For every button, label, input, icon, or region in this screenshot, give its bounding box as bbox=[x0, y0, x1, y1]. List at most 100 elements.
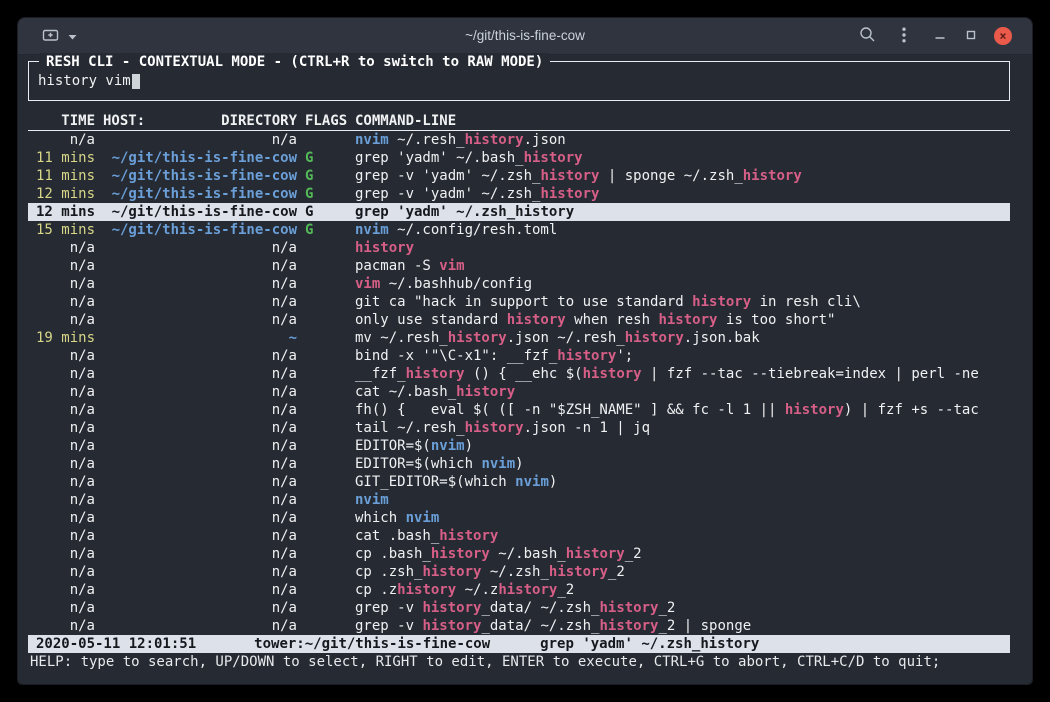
resh-search-panel: RESH CLI - CONTEXTUAL MODE - (CTRL+R to … bbox=[28, 61, 1010, 101]
history-row[interactable]: n/an/acp .zsh_history ~/.zsh_history_2 bbox=[28, 563, 1010, 581]
row-host-directory: n/a bbox=[103, 581, 297, 599]
row-host-directory: ~/git/this-is-fine-cow bbox=[103, 167, 297, 185]
row-time: n/a bbox=[36, 491, 95, 509]
row-flags: G bbox=[305, 185, 347, 203]
row-host-directory: ~/git/this-is-fine-cow bbox=[103, 203, 297, 221]
row-time: n/a bbox=[36, 275, 95, 293]
row-host-directory: n/a bbox=[103, 401, 297, 419]
row-command: tail ~/.resh_history.json -n 1 | jq bbox=[355, 419, 1010, 437]
status-command: grep 'yadm' ~/.zsh_history bbox=[540, 635, 759, 653]
history-row[interactable]: n/an/acat .bash_history bbox=[28, 527, 1010, 545]
history-row[interactable]: n/a n/a nvim bbox=[28, 491, 1010, 509]
row-host-directory: n/a bbox=[103, 275, 297, 293]
status-bar: 2020-05-11 12:01:51 tower:~/git/this-is-… bbox=[28, 635, 1010, 653]
row-time: n/a bbox=[36, 545, 95, 563]
history-row[interactable]: 11 mins~/git/this-is-fine-cowGgrep -v 'y… bbox=[28, 167, 1010, 185]
history-row-selected[interactable]: 12 mins~/git/this-is-fine-cowGgrep 'yadm… bbox=[28, 203, 1010, 221]
minimize-button[interactable] bbox=[934, 29, 946, 44]
header-command-line: COMMAND-LINE bbox=[355, 113, 1010, 130]
row-command: grep -v history_data/ ~/.zsh_history_2 |… bbox=[355, 617, 1010, 635]
history-row[interactable]: n/an/agit ca "hack in support to use sta… bbox=[28, 293, 1010, 311]
row-command: nvim ~/.resh_history.json bbox=[355, 131, 1010, 149]
row-time: n/a bbox=[36, 383, 95, 401]
row-host-directory: n/a bbox=[103, 311, 297, 329]
row-command: nvim bbox=[355, 491, 1010, 509]
row-host-directory: ~/git/this-is-fine-cow bbox=[103, 221, 297, 239]
history-row[interactable]: 15 mins~/git/this-is-fine-cowGnvim ~/.co… bbox=[28, 221, 1010, 239]
row-time: n/a bbox=[36, 293, 95, 311]
history-row[interactable]: 12 mins ~/git/this-is-fine-cow Ggrep -v 'y… bbox=[28, 185, 1010, 203]
row-command: mv ~/.resh_history.json ~/.resh_history.… bbox=[355, 329, 1010, 347]
history-row[interactable]: n/an/apacman -S vim bbox=[28, 257, 1010, 275]
table-header: TIME HOST:DIRECTORY FLAGS COMMAND-LINE bbox=[28, 113, 1010, 130]
row-command: grep 'yadm' ~/.bash_history bbox=[355, 149, 1010, 167]
history-row[interactable]: n/an/avim ~/.bashhub/config bbox=[28, 275, 1010, 293]
history-row[interactable]: n/an/aEDITOR=$(nvim) bbox=[28, 437, 1010, 455]
row-command: nvim ~/.config/resh.toml bbox=[355, 221, 1010, 239]
history-row[interactable]: n/an/aEDITOR=$(which nvim) bbox=[28, 455, 1010, 473]
row-time: 12 mins bbox=[36, 185, 95, 203]
history-row[interactable]: n/an/afh() { eval $( ([ -n "$ZSH_NAME" ]… bbox=[28, 401, 1010, 419]
row-host-directory: ~/git/this-is-fine-cow bbox=[103, 185, 297, 203]
row-command: GIT_EDITOR=$(which nvim) bbox=[355, 473, 1010, 491]
history-row[interactable]: n/a n/a cp .zhistory ~/.zhistory_2 bbox=[28, 581, 1010, 599]
new-tab-button[interactable] bbox=[42, 27, 59, 46]
row-command: cp .bash_history ~/.bash_history_2 bbox=[355, 545, 1010, 563]
history-row[interactable]: n/an/awhich nvim bbox=[28, 509, 1010, 527]
history-row[interactable]: n/an/acp .bash_history ~/.bash_history_2 bbox=[28, 545, 1010, 563]
row-command: grep -v 'yadm' ~/.zsh_history bbox=[355, 185, 1010, 203]
row-command: cp .zsh_history ~/.zsh_history_2 bbox=[355, 563, 1010, 581]
row-command: cat .bash_history bbox=[355, 527, 1010, 545]
titlebar: ~/git/this-is-fine-cow bbox=[18, 18, 1032, 55]
row-time: 15 mins bbox=[36, 221, 95, 239]
row-command: cp .zhistory ~/.zhistory_2 bbox=[355, 581, 1010, 599]
row-flags: G bbox=[305, 167, 347, 185]
row-command: bind -x '"\C-x1": __fzf_history'; bbox=[355, 347, 1010, 365]
row-host-directory: n/a bbox=[103, 599, 297, 617]
row-command: only use standard history when resh hist… bbox=[355, 311, 1010, 329]
row-host-directory: n/a bbox=[103, 491, 297, 509]
history-row[interactable]: n/an/atail ~/.resh_history.json -n 1 | j… bbox=[28, 419, 1010, 437]
resh-mode-title: RESH CLI - CONTEXTUAL MODE - (CTRL+R to … bbox=[39, 53, 550, 71]
history-row[interactable]: 11 mins~/git/this-is-fine-cowGgrep 'yadm… bbox=[28, 149, 1010, 167]
row-host-directory: n/a bbox=[103, 293, 297, 311]
row-host-directory: n/a bbox=[103, 383, 297, 401]
history-row[interactable]: n/an/a__fzf_history () { __ehc $(history… bbox=[28, 365, 1010, 383]
history-row[interactable]: 19 mins ~ mv ~/.resh_history.json ~/.resh_… bbox=[28, 329, 1010, 347]
history-row[interactable]: n/an/aonly use standard history when res… bbox=[28, 311, 1010, 329]
close-icon: × bbox=[999, 30, 1006, 42]
row-time: 11 mins bbox=[36, 167, 95, 185]
menu-button[interactable] bbox=[902, 27, 906, 46]
row-host-directory: n/a bbox=[103, 455, 297, 473]
search-button[interactable] bbox=[859, 26, 876, 46]
window-title: ~/git/this-is-fine-cow bbox=[465, 18, 585, 54]
row-time: n/a bbox=[36, 581, 95, 599]
row-host-directory: ~ bbox=[103, 329, 297, 347]
row-time: n/a bbox=[36, 239, 95, 257]
history-row[interactable]: n/an/acat ~/.bash_history bbox=[28, 383, 1010, 401]
row-command: __fzf_history () { __ehc $(history | fzf… bbox=[355, 365, 1010, 383]
add-tab-icon bbox=[42, 27, 59, 46]
history-row[interactable]: n/an/anvim ~/.resh_history.json bbox=[28, 131, 1010, 149]
history-row[interactable]: n/a n/a grep -v history_data/ ~/.zsh_histo… bbox=[28, 599, 1010, 617]
row-flags: G bbox=[305, 203, 347, 221]
row-time: n/a bbox=[36, 599, 95, 617]
header-host: HOST: bbox=[103, 113, 145, 130]
restore-button[interactable] bbox=[965, 29, 977, 44]
row-flags: G bbox=[305, 149, 347, 167]
history-row[interactable]: n/an/aGIT_EDITOR=$(which nvim) bbox=[28, 473, 1010, 491]
history-row[interactable]: n/an/agrep -v history_data/ ~/.zsh_histo… bbox=[28, 617, 1010, 635]
history-row[interactable]: n/an/ahistory bbox=[28, 239, 1010, 257]
row-host-directory: n/a bbox=[103, 365, 297, 383]
row-time: n/a bbox=[36, 617, 95, 635]
close-button[interactable]: × bbox=[994, 27, 1012, 45]
row-time: 19 mins bbox=[36, 329, 95, 347]
help-line: HELP: type to search, UP/DOWN to select,… bbox=[18, 653, 1032, 671]
row-command: grep -v history_data/ ~/.zsh_history_2 bbox=[355, 599, 1010, 617]
row-command: EDITOR=$(nvim) bbox=[355, 437, 1010, 455]
history-row[interactable]: n/an/abind -x '"\C-x1": __fzf_history'; bbox=[28, 347, 1010, 365]
row-time: n/a bbox=[36, 437, 95, 455]
row-time: n/a bbox=[36, 419, 95, 437]
row-host-directory: n/a bbox=[103, 257, 297, 275]
chevron-down-icon[interactable] bbox=[68, 27, 77, 45]
